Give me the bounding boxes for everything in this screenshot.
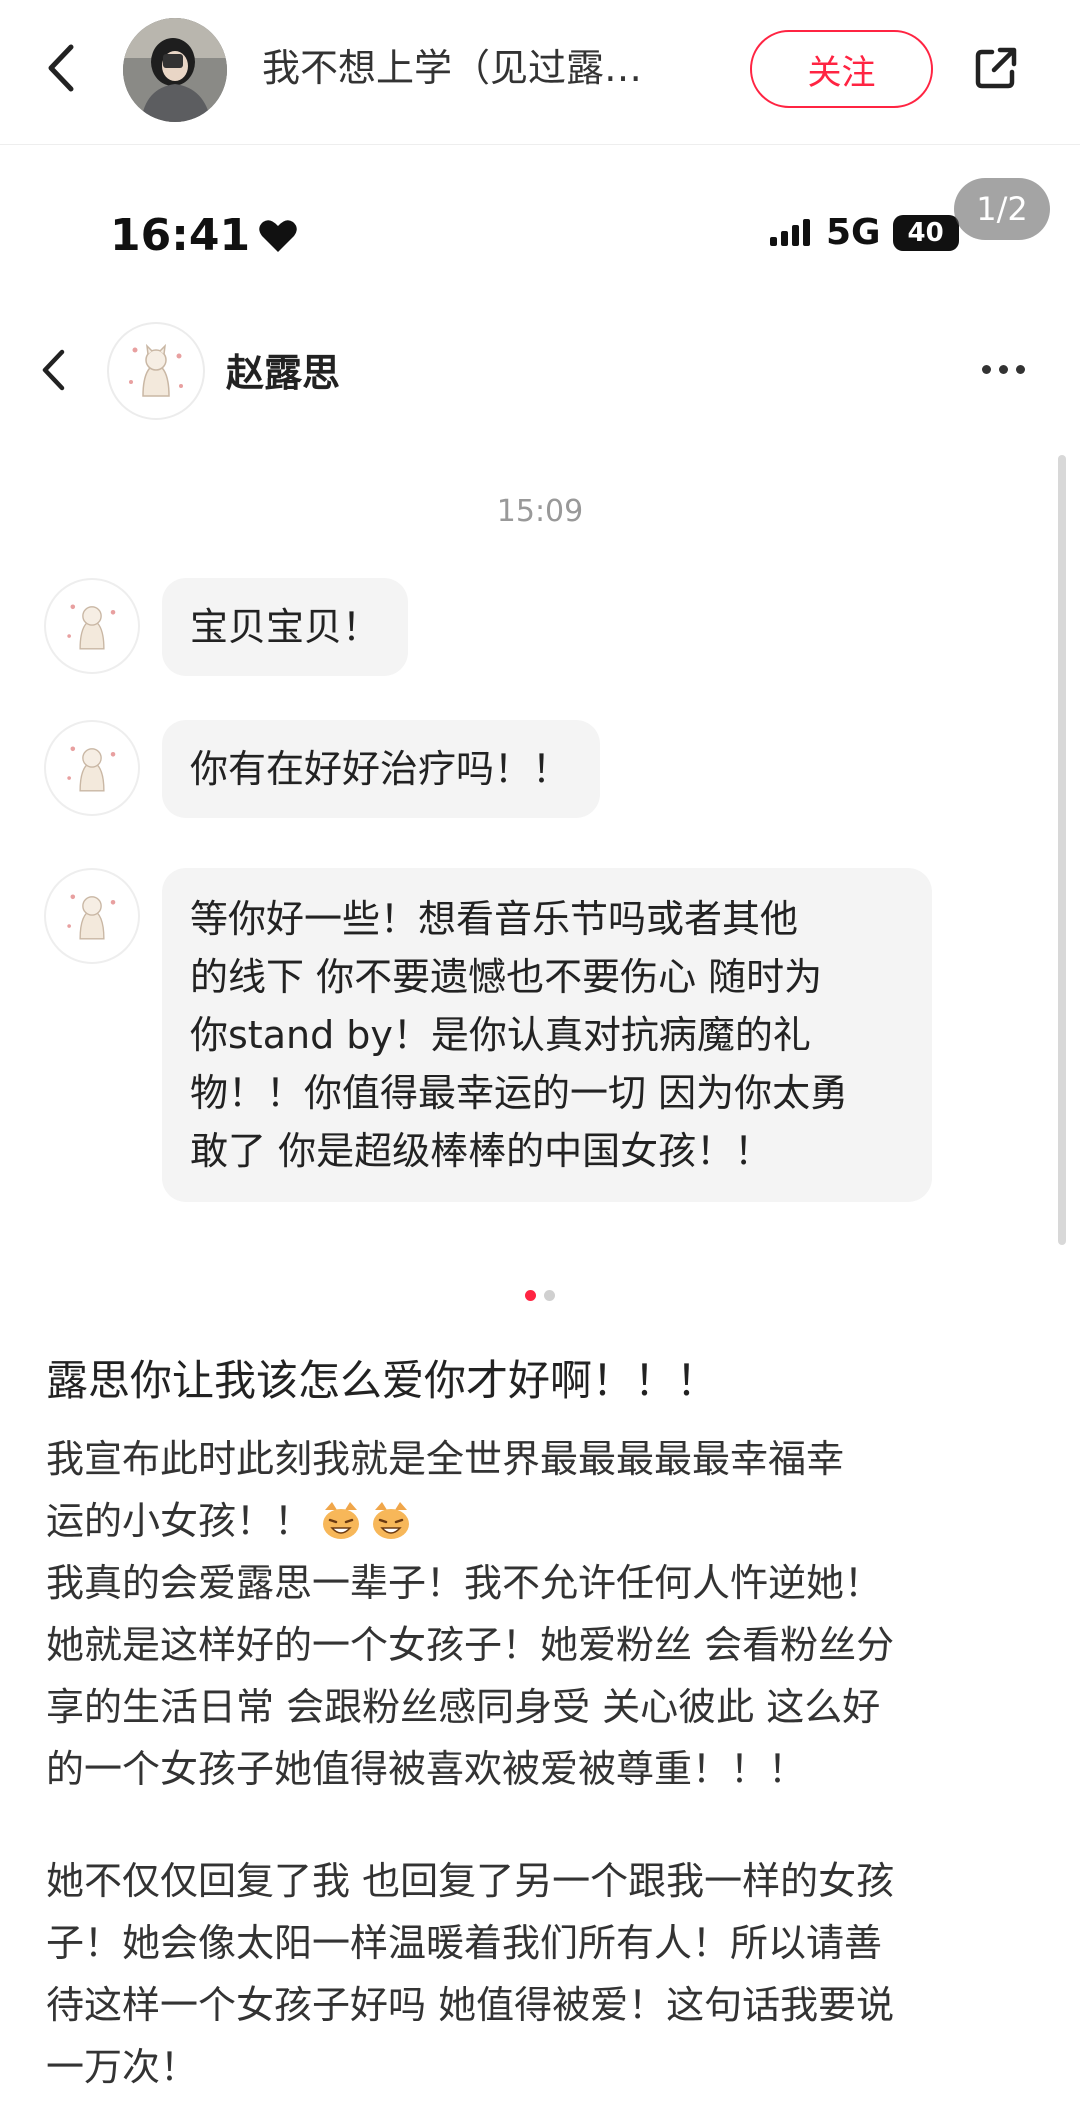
status-time-text: 16:41 [110, 210, 251, 261]
post-line: 享的生活日常 会跟粉丝感同身受 关心彼此 这么好 [46, 1685, 881, 1729]
post-line: 运的小女孩！！ [46, 1490, 1046, 1552]
message-line: 的线下 你不要遗憾也不要伤心 随时为 [190, 955, 823, 999]
author-avatar[interactable] [123, 18, 227, 122]
chat-contact-avatar [107, 322, 205, 420]
grinning-cat-emoji-icon [323, 1502, 360, 1539]
post-line: 的一个女孩子她值得被喜欢被爱被尊重！！！ [46, 1747, 807, 1791]
author-name[interactable]: 我不想上学（见过露… [262, 40, 702, 96]
image-pager-indicator: 1/2 [954, 178, 1050, 240]
battery-indicator: 40 [892, 214, 959, 251]
heart-icon [259, 219, 297, 252]
message-line: 你stand by！是你认真对抗病魔的礼 [190, 1013, 811, 1057]
more-options-icon [975, 344, 1031, 394]
chat-timestamp: 15:09 [496, 494, 584, 529]
back-button[interactable] [36, 36, 84, 100]
message-line: 等你好一些！想看音乐节吗或者其他 [190, 897, 799, 941]
post-title: 露思你让我该怎么爱你才好啊！！！ [46, 1356, 719, 1405]
signal-icon [770, 218, 810, 246]
post-paragraph: 我宣布此时此刻我就是全世界最最最最最幸福幸 运的小女孩！！ 我真的会爱露思一辈子… [46, 1428, 1046, 1800]
chat-header: 赵露思 [0, 316, 1080, 426]
chevron-left-icon [48, 44, 74, 92]
chat-screenshot-image[interactable]: 16:41 5G 40 1/2 赵露思 15:09 宝贝宝贝！ 你有在好好治疗吗… [0, 146, 1080, 1280]
message-bubble: 宝贝宝贝！ [162, 578, 408, 676]
follow-button[interactable]: 关注 [750, 30, 933, 108]
post-line: 一万次！ [46, 2045, 199, 2089]
share-button[interactable] [964, 36, 1028, 100]
message-avatar [44, 578, 140, 674]
chat-contact-name: 赵露思 [226, 351, 341, 395]
message-line: 物！！你值得最幸运的一切 因为你太勇 [190, 1071, 849, 1115]
carousel-dot-active[interactable] [525, 1290, 536, 1301]
post-line: 她不仅仅回复了我 也回复了另一个跟我一样的女孩 [46, 1859, 895, 1903]
chat-back-button [40, 340, 80, 400]
message-avatar [44, 720, 140, 816]
post-line: 子！她会像太阳一样温暖着我们所有人！所以请善 [46, 1921, 883, 1965]
post-line: 我宣布此时此刻我就是全世界最最最最最幸福幸 [46, 1437, 845, 1481]
status-bar-right: 5G 40 [770, 212, 959, 253]
message-line: 敢了 你是超级棒棒的中国女孩！！ [190, 1129, 773, 1173]
top-app-bar: 我不想上学（见过露… 关注 [0, 0, 1080, 145]
post-paragraph: 她不仅仅回复了我 也回复了另一个跟我一样的女孩 子！她会像太阳一样温暖着我们所有… [46, 1850, 1046, 2098]
message-bubble: 等你好一些！想看音乐节吗或者其他 的线下 你不要遗憾也不要伤心 随时为 你sta… [162, 868, 932, 1202]
scrollbar[interactable] [1058, 455, 1066, 1245]
grinning-cat-emoji-icon [373, 1502, 410, 1539]
network-type: 5G [826, 212, 881, 253]
message-avatar [44, 868, 140, 964]
post-line-text: 运的小女孩！！ [46, 1499, 313, 1543]
post-line: 待这样一个女孩子好吗 她值得被爱！这句话我要说 [46, 1983, 895, 2027]
status-bar-time: 16:41 [110, 210, 298, 261]
carousel-dot[interactable] [544, 1290, 555, 1301]
message-bubble: 你有在好好治疗吗！！ [162, 720, 600, 818]
share-icon [975, 47, 1017, 89]
chevron-left-icon [42, 349, 65, 391]
carousel-indicator [0, 1290, 1080, 1301]
post-line: 她就是这样好的一个女孩子！她爱粉丝 会看粉丝分 [46, 1623, 895, 1667]
post-line: 我真的会爱露思一辈子！我不允许任何人忤逆她！ [46, 1561, 883, 1605]
